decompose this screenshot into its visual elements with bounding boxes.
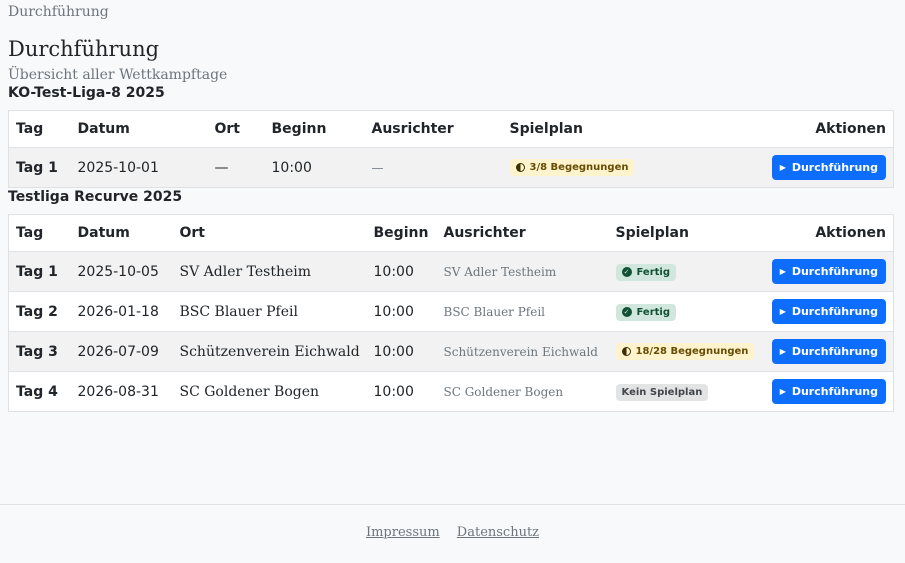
column-header-beginn: Beginn <box>264 110 365 148</box>
cell-ausrichter: SV Adler Testheim <box>436 251 609 292</box>
league-title: Testliga Recurve 2025 <box>8 189 183 205</box>
check-circle-icon: ✓ <box>621 267 632 278</box>
durchfuehrung-button[interactable]: ▶ Durchführung <box>771 155 886 180</box>
button-label: Durchführung <box>791 161 878 174</box>
column-header-ausrichter: Ausrichter <box>436 214 609 252</box>
cell-spielplan: 3/8 Begegnungen <box>502 147 683 188</box>
table-row: Tag 1 2025-10-05 SV Adler Testheim 10:00… <box>8 251 894 292</box>
durchfuehrung-button[interactable]: ▶ Durchführung <box>771 259 886 284</box>
breadcrumb: Durchführung <box>8 4 109 20</box>
table-row: Tag 4 2026-08-31 SC Goldener Bogen 10:00… <box>9 372 894 412</box>
status-badge: 3/8 Begegnungen <box>509 159 635 176</box>
column-header-aktionen: Aktionen <box>682 110 894 148</box>
cell-ausrichter: SC Goldener Bogen <box>443 384 564 399</box>
cell-aktionen: ▶ Durchführung <box>757 372 894 412</box>
cell-spielplan: ✓ Fertig <box>608 291 757 332</box>
play-icon: ▶ <box>779 347 786 356</box>
column-header-spielplan: Spielplan <box>502 110 683 148</box>
button-label: Durchführung <box>791 265 878 278</box>
cell-datum: 2025-10-01 <box>70 147 208 188</box>
cell-beginn: 10:00 <box>264 147 365 188</box>
cell-beginn: 10:00 <box>366 251 437 292</box>
cell-aktionen: ▶ Durchführung <box>756 291 894 332</box>
cell-spielplan: 18/28 Begegnungen <box>608 331 757 372</box>
table-header-row: Tag Datum Ort Beginn Ausrichter Spielpla… <box>8 110 894 148</box>
cell-beginn: 10:00 <box>366 331 437 372</box>
play-icon: ▶ <box>779 267 786 276</box>
half-circle-icon <box>621 347 631 356</box>
column-header-datum: Datum <box>70 110 208 148</box>
cell-aktionen: ▶ Durchführung <box>756 331 894 372</box>
cell-ort: BSC Blauer Pfeil <box>172 291 367 332</box>
status-badge: 18/28 Begegnungen <box>615 343 755 360</box>
durchfuehrung-button[interactable]: ▶ Durchführung <box>771 299 886 324</box>
half-circle-icon <box>515 163 525 172</box>
table-row: Tag 1 2025-10-01 — 10:00 — 3/8 Begegnung… <box>8 147 894 188</box>
status-badge-label: Kein Spielplan <box>621 386 703 398</box>
cell-datum: 2026-01-18 <box>70 291 173 332</box>
cell-ort: — <box>207 147 265 188</box>
cell-spielplan: ✓ Fertig <box>608 251 757 292</box>
cell-aktionen: ▶ Durchführung <box>682 147 894 188</box>
button-label: Durchführung <box>791 345 878 358</box>
table-row: Tag 2 2026-01-18 BSC Blauer Pfeil 10:00 … <box>8 291 894 332</box>
cell-aktionen: ▶ Durchführung <box>756 251 894 292</box>
column-header-datum: Datum <box>70 214 173 252</box>
status-badge: Kein Spielplan <box>615 383 709 401</box>
column-header-ort: Ort <box>172 214 367 252</box>
column-header-tag: Tag <box>8 110 71 148</box>
table-header-row: Tag Datum Ort Beginn Ausrichter Spielpla… <box>8 214 894 252</box>
check-circle-icon: ✓ <box>621 307 632 318</box>
status-badge-label: 18/28 Begegnungen <box>635 346 749 357</box>
column-header-tag: Tag <box>8 214 71 252</box>
page-subtitle: Übersicht aller Wettkampftage <box>8 67 228 83</box>
datenschutz-link[interactable]: Datenschutz <box>457 525 539 540</box>
cell-ausrichter: Schützenverein Eichwald <box>436 331 609 372</box>
cell-ort: SC Goldener Bogen <box>179 383 320 400</box>
column-header-spielplan: Spielplan <box>608 214 757 252</box>
status-badge-label: Fertig <box>636 306 671 318</box>
cell-ort: SV Adler Testheim <box>172 251 367 292</box>
button-label: Durchführung <box>791 385 878 398</box>
cell-beginn: 10:00 <box>373 383 414 400</box>
impressum-link[interactable]: Impressum <box>366 525 440 540</box>
button-label: Durchführung <box>791 305 878 318</box>
cell-beginn: 10:00 <box>366 291 437 332</box>
cell-tag: Tag 3 <box>8 331 71 372</box>
durchfuehrung-button[interactable]: ▶ Durchführung <box>771 379 886 404</box>
cell-datum: 2026-07-09 <box>70 331 173 372</box>
cell-ort: Schützenverein Eichwald <box>172 331 367 372</box>
cell-tag: Tag 1 <box>8 251 71 292</box>
column-header-ausrichter: Ausrichter <box>364 110 503 148</box>
page-title: Durchführung <box>8 37 160 61</box>
play-icon: ▶ <box>779 387 786 396</box>
status-badge: ✓ Fertig <box>615 263 677 281</box>
column-header-ort: Ort <box>207 110 265 148</box>
league-table: Tag Datum Ort Beginn Ausrichter Spielpla… <box>8 110 894 188</box>
cell-spielplan: Kein Spielplan <box>609 372 757 412</box>
cell-datum: 2026-08-31 <box>77 383 159 400</box>
status-badge-label: 3/8 Begegnungen <box>529 162 629 173</box>
cell-tag: Tag 4 <box>16 383 58 400</box>
play-icon: ▶ <box>779 307 786 316</box>
footer: Impressum Datenschutz <box>0 504 905 563</box>
column-header-beginn: Beginn <box>366 214 437 252</box>
league-table: Tag Datum Ort Beginn Ausrichter Spielpla… <box>8 214 894 412</box>
cell-ausrichter: — <box>364 147 503 188</box>
cell-datum: 2025-10-05 <box>70 251 173 292</box>
durchfuehrung-button[interactable]: ▶ Durchführung <box>771 339 886 364</box>
table-row: Tag 3 2026-07-09 Schützenverein Eichwald… <box>8 331 894 372</box>
status-badge: ✓ Fertig <box>615 303 677 321</box>
status-badge-label: Fertig <box>636 266 671 278</box>
column-header-aktionen: Aktionen <box>756 214 894 252</box>
cell-tag: Tag 2 <box>8 291 71 332</box>
play-icon: ▶ <box>779 163 786 172</box>
league-title: KO-Test-Liga-8 2025 <box>8 85 165 101</box>
cell-ausrichter: BSC Blauer Pfeil <box>436 291 609 332</box>
cell-tag: Tag 1 <box>8 147 71 188</box>
